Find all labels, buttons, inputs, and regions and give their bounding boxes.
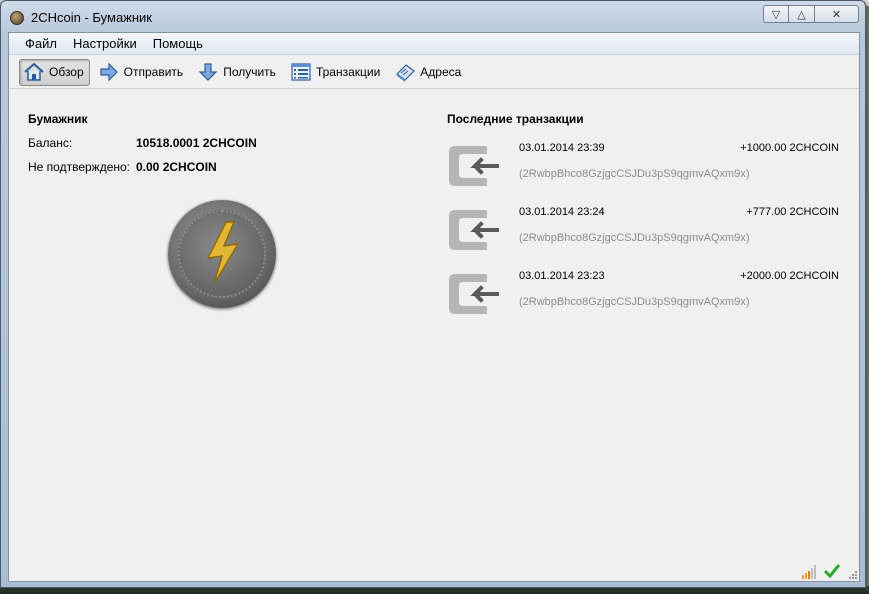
tab-transactions-label: Транзакции (315, 65, 381, 79)
close-button[interactable]: ✕ (815, 5, 859, 23)
address-book-icon (396, 64, 416, 82)
transaction-row[interactable]: 03.01.2014 23:23 +2000.00 2CHCOIN (2Rwbp… (447, 267, 847, 321)
lightning-bolt-icon (206, 221, 240, 285)
wallet-title: Бумажник (28, 112, 88, 126)
transaction-row[interactable]: 03.01.2014 23:39 +1000.00 2CHCOIN (2Rwbp… (447, 139, 847, 193)
unconfirmed-value: 0.00 2CHCOIN (136, 160, 217, 174)
send-arrow-icon (100, 62, 118, 82)
tab-send-label: Отправить (123, 65, 184, 79)
transaction-amount: +1000.00 2CHCOIN (740, 142, 839, 154)
incoming-transaction-icon (449, 210, 499, 250)
window-title: 2CHcoin - Бумажник (31, 10, 152, 25)
minimize-button[interactable]: ▽ (763, 5, 789, 23)
incoming-transaction-icon (449, 146, 499, 186)
balance-label: Баланс: (28, 136, 73, 150)
coin-logo-image (168, 200, 276, 308)
window-controls: ▽ △ ✕ (763, 5, 859, 23)
receive-arrow-icon (198, 63, 218, 81)
tab-receive-label: Получить (223, 65, 276, 79)
balance-value: 10518.0001 2CHCOIN (136, 136, 257, 150)
home-icon (24, 62, 44, 81)
tab-addresses-label: Адреса (420, 65, 462, 79)
recent-transactions-title: Последние транзакции (447, 112, 584, 126)
synced-checkmark-icon[interactable] (823, 563, 841, 579)
transaction-date: 03.01.2014 23:23 (519, 270, 605, 282)
transactions-list-icon (291, 63, 311, 81)
transaction-amount: +777.00 2CHCOIN (746, 206, 839, 218)
app-coin-icon (10, 11, 24, 25)
client-area: Файл Настройки Помощь Обзор Отправить По… (8, 32, 860, 582)
menu-file[interactable]: Файл (17, 36, 65, 51)
menu-bar: Файл Настройки Помощь (9, 33, 859, 55)
transaction-address: (2RwbpBhco8GzjgcCSJDu3pS9qgmvAQxm9x) (519, 168, 750, 180)
title-bar[interactable]: 2CHcoin - Бумажник ▽ △ ✕ (1, 1, 865, 32)
transaction-address: (2RwbpBhco8GzjgcCSJDu3pS9qgmvAQxm9x) (519, 296, 750, 308)
tab-overview-label: Обзор (49, 65, 84, 79)
transaction-address: (2RwbpBhco8GzjgcCSJDu3pS9qgmvAQxm9x) (519, 232, 750, 244)
incoming-transaction-icon (449, 274, 499, 314)
tab-overview[interactable]: Обзор (19, 58, 90, 86)
transaction-amount: +2000.00 2CHCOIN (740, 270, 839, 282)
tab-transactions[interactable]: Транзакции (286, 59, 386, 86)
tab-send[interactable]: Отправить (94, 59, 190, 86)
maximize-button[interactable]: △ (789, 5, 815, 23)
transaction-row[interactable]: 03.01.2014 23:24 +777.00 2CHCOIN (2RwbpB… (447, 203, 847, 257)
menu-settings[interactable]: Настройки (65, 36, 145, 51)
unconfirmed-label: Не подтверждено: (28, 160, 131, 174)
tab-addresses[interactable]: Адреса (390, 59, 467, 86)
signal-bars-icon[interactable] (801, 565, 817, 579)
main-window: 2CHcoin - Бумажник ▽ △ ✕ Файл Настройки … (0, 0, 866, 588)
status-bar (801, 563, 841, 579)
toolbar: Обзор Отправить Получить Транзакции Адре… (9, 56, 859, 89)
transaction-date: 03.01.2014 23:39 (519, 142, 605, 154)
tab-receive[interactable]: Получить (193, 59, 282, 86)
menu-help[interactable]: Помощь (145, 36, 211, 51)
transaction-date: 03.01.2014 23:24 (519, 206, 605, 218)
resize-grip-icon[interactable] (848, 570, 858, 580)
